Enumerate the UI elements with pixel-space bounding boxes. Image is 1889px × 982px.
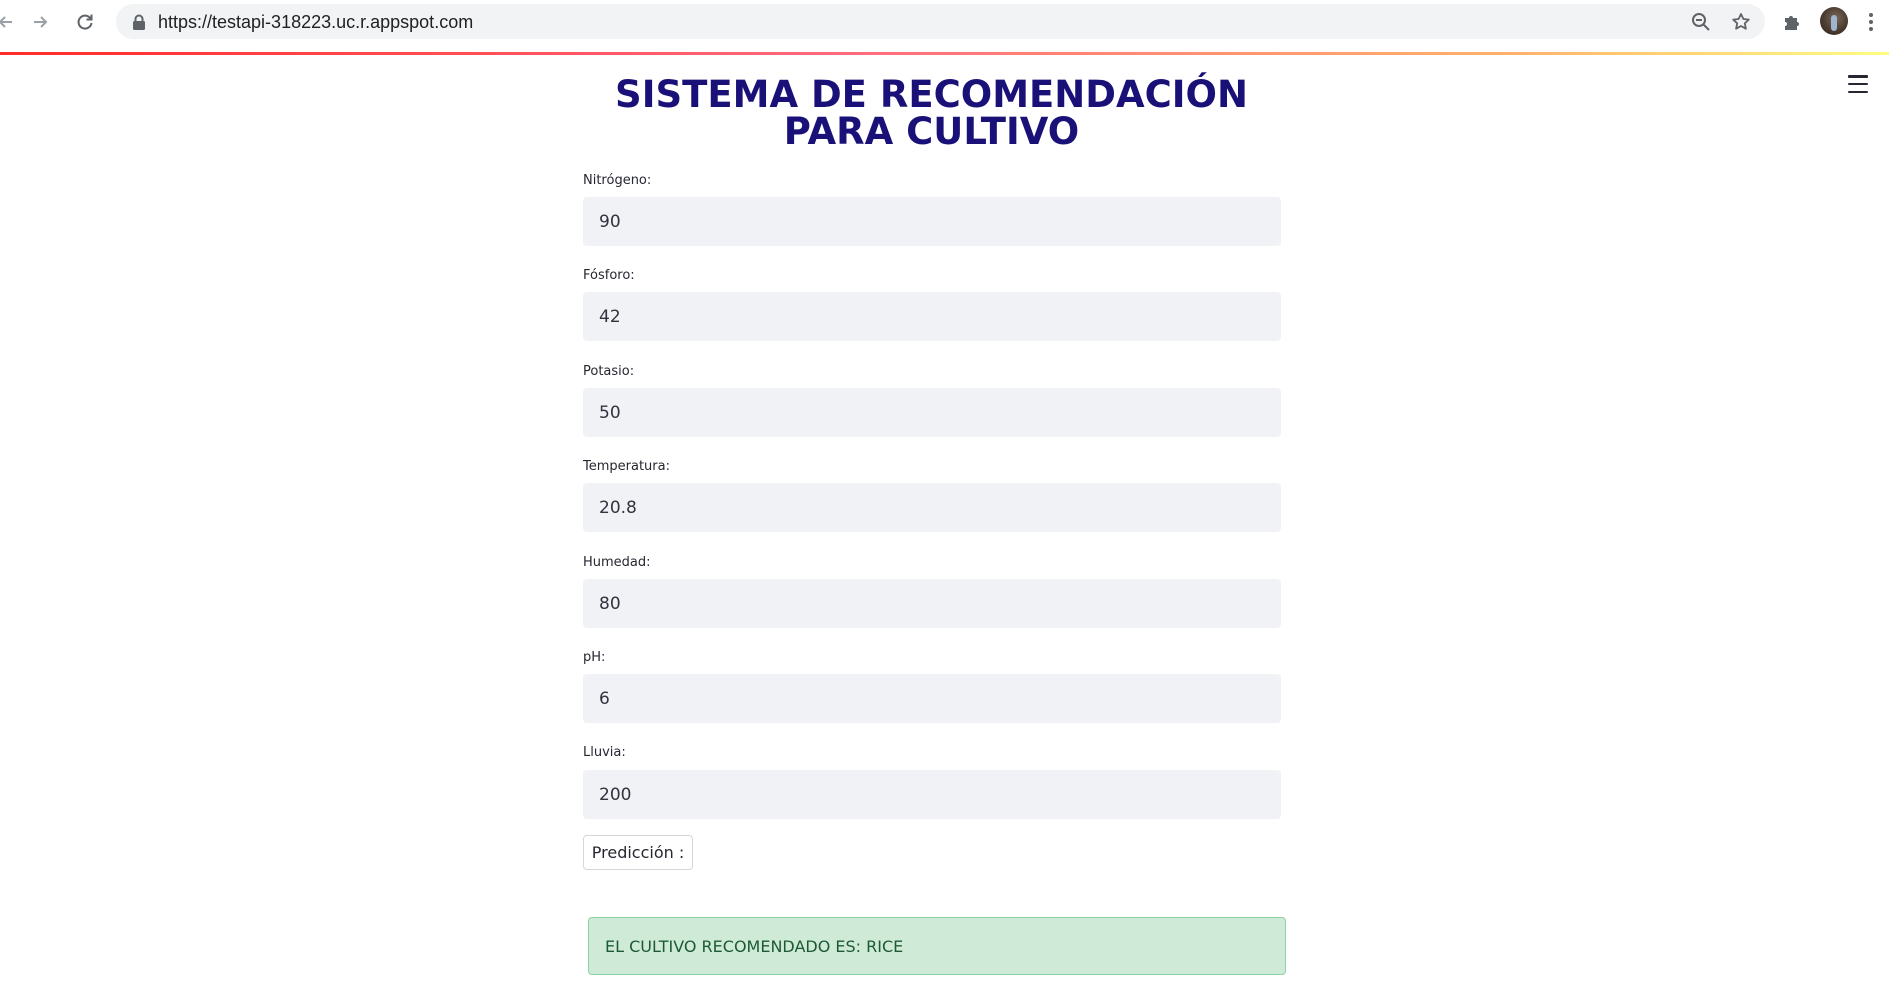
hamburger-menu-icon[interactable] bbox=[1848, 75, 1868, 93]
ph-label: pH: bbox=[583, 650, 606, 665]
potassium-label: Potasio: bbox=[583, 364, 635, 379]
reload-icon[interactable] bbox=[73, 10, 97, 34]
forward-arrow-icon[interactable] bbox=[28, 10, 52, 34]
avatar[interactable] bbox=[1820, 7, 1848, 35]
predict-button[interactable]: Predicción : bbox=[583, 835, 693, 870]
puzzle-icon[interactable] bbox=[1780, 10, 1804, 34]
temperature-input[interactable] bbox=[583, 483, 1281, 532]
phosphorus-input[interactable] bbox=[583, 292, 1281, 341]
header-decoration-bar bbox=[0, 52, 1889, 55]
rainfall-label: Lluvia: bbox=[583, 745, 626, 760]
star-icon[interactable] bbox=[1730, 11, 1752, 33]
humidity-label: Humedad: bbox=[583, 555, 651, 570]
browser-toolbar: https://testapi-318223.uc.r.appspot.com bbox=[0, 0, 1889, 43]
back-arrow-icon[interactable] bbox=[0, 10, 18, 34]
page-title: SISTEMA DE RECOMENDACIÓN PARA CULTIVO bbox=[615, 73, 1248, 153]
result-success-alert: EL CULTIVO RECOMENDADO ES: RICE bbox=[588, 917, 1286, 975]
nitrogen-input[interactable] bbox=[583, 197, 1281, 246]
result-text: EL CULTIVO RECOMENDADO ES: RICE bbox=[605, 936, 904, 956]
zoom-out-icon[interactable] bbox=[1690, 11, 1712, 33]
ph-input[interactable] bbox=[583, 674, 1281, 723]
nitrogen-label: Nitrógeno: bbox=[583, 173, 652, 188]
url-text[interactable]: https://testapi-318223.uc.r.appspot.com bbox=[158, 12, 473, 33]
lock-icon bbox=[132, 14, 146, 30]
address-bar[interactable]: https://testapi-318223.uc.r.appspot.com bbox=[116, 4, 1765, 39]
kebab-menu-icon[interactable] bbox=[1866, 10, 1876, 34]
phosphorus-label: Fósforo: bbox=[583, 268, 635, 283]
temperature-label: Temperatura: bbox=[583, 459, 670, 474]
rainfall-input[interactable] bbox=[583, 770, 1281, 819]
humidity-input[interactable] bbox=[583, 579, 1281, 628]
potassium-input[interactable] bbox=[583, 388, 1281, 437]
